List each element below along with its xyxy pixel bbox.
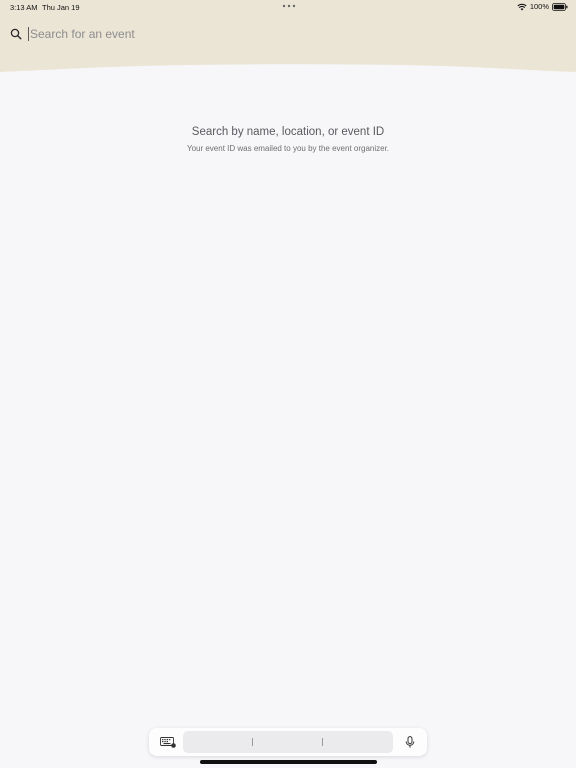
keyboard-shortcut-bar xyxy=(149,728,427,756)
status-time: 3:13 AM xyxy=(10,3,38,12)
search-input[interactable] xyxy=(28,27,430,41)
empty-state-title: Search by name, location, or event ID xyxy=(191,126,385,138)
suggestion-divider xyxy=(252,738,253,746)
home-indicator[interactable] xyxy=(200,760,377,764)
wifi-icon xyxy=(517,3,527,10)
status-indicators: 100% xyxy=(517,2,568,11)
status-bar: 3:13 AM Thu Jan 19 100% xyxy=(0,0,576,14)
empty-state: Search by name, location, or event ID Yo… xyxy=(0,126,576,153)
keyboard-icon[interactable] xyxy=(160,737,176,748)
battery-icon xyxy=(552,2,568,11)
predictive-text-bar[interactable] xyxy=(183,731,393,753)
suggestion-divider xyxy=(322,738,323,746)
battery-percentage: 100% xyxy=(529,2,549,11)
multitasking-dots-icon[interactable] xyxy=(282,2,296,10)
search-bar[interactable] xyxy=(10,26,530,42)
app-screen: 3:13 AM Thu Jan 19 100% Search for an ev… xyxy=(0,0,576,768)
search-icon xyxy=(10,28,22,40)
status-date: Thu Jan 19 xyxy=(42,3,80,12)
search-header: 3:13 AM Thu Jan 19 100% xyxy=(0,0,576,90)
empty-state-subtitle: Your event ID was emailed to you by the … xyxy=(186,144,390,153)
microphone-icon[interactable] xyxy=(405,736,415,749)
